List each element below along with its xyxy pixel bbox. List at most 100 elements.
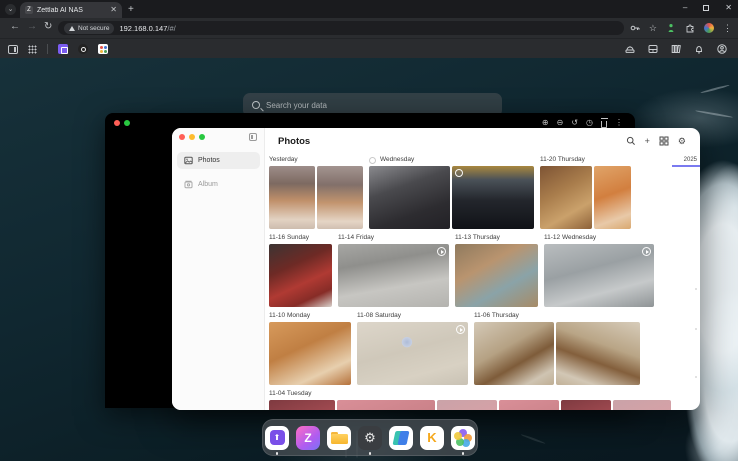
reload-button[interactable]: ↻ <box>44 21 52 32</box>
tab-favicon: Z <box>25 6 33 14</box>
date-label: 11-08 Saturday <box>357 310 468 322</box>
video-play-icon <box>456 325 465 334</box>
photo-thumbnail[interactable] <box>594 166 631 229</box>
docs-cards-app-icon <box>389 426 413 450</box>
photos-title: Photos <box>278 136 310 147</box>
tab-close-icon[interactable]: ✕ <box>110 6 117 14</box>
photo-thumbnail[interactable] <box>455 244 538 307</box>
photos-close-button[interactable] <box>179 134 185 140</box>
photo-date-group: 11-08 Saturday <box>357 310 468 385</box>
photo-date-group: 11-06 Thursday <box>474 310 640 385</box>
bookmark-dark-circle-app[interactable] <box>78 44 88 54</box>
window-restore-button[interactable] <box>703 5 709 11</box>
files-icon <box>327 426 351 450</box>
date-label: 11-16 Sunday <box>269 232 332 244</box>
zettlab-z-app-icon: Z <box>296 426 320 450</box>
k-app-icon: K <box>420 426 444 450</box>
photo-thumbnail[interactable] <box>269 166 315 229</box>
settings-gear-icon[interactable]: ⚙ <box>678 135 686 147</box>
extensions-puzzle-icon[interactable] <box>685 23 695 33</box>
tab-search-icon[interactable]: ⌄ <box>5 4 16 15</box>
forward-button[interactable]: → <box>27 21 37 32</box>
sidebar-item-album[interactable]: Album <box>177 176 260 193</box>
dock-item-photos-app[interactable] <box>451 426 475 450</box>
select-circle-icon[interactable] <box>369 157 376 164</box>
photo-thumbnail[interactable] <box>269 322 351 385</box>
date-label: Yesterday <box>269 154 363 166</box>
dock-item-files[interactable] <box>327 426 351 450</box>
library-icon[interactable] <box>670 43 682 55</box>
layout-grid-icon[interactable] <box>659 136 669 146</box>
running-indicator <box>276 452 279 455</box>
profile-avatar[interactable] <box>704 23 714 33</box>
photo-date-group: Wednesday <box>369 154 534 229</box>
bookmarks-bar <box>0 38 738 58</box>
dock-item-docs-cards-app[interactable] <box>389 426 413 450</box>
delete-icon[interactable] <box>601 121 607 128</box>
apps-grid-icon[interactable] <box>28 45 37 54</box>
add-icon[interactable]: + <box>645 135 650 147</box>
tab-title: Zettlab AI NAS <box>37 7 106 14</box>
extension-a-icon[interactable] <box>666 23 676 33</box>
storage-icon[interactable] <box>647 43 659 55</box>
sidebar-collapse-icon[interactable] <box>249 133 257 141</box>
bookmark-purple-app[interactable] <box>58 44 68 54</box>
bookmark-star-icon[interactable]: ☆ <box>649 20 657 36</box>
window-close-button[interactable]: ✕ <box>725 1 732 15</box>
device-icon[interactable] <box>624 43 636 55</box>
window-minimize-button[interactable]: – <box>683 1 687 15</box>
viewer-zoom-button[interactable] <box>124 120 130 126</box>
date-label: 11-04 Tuesday <box>269 388 671 400</box>
photo-thumbnail[interactable] <box>556 322 640 385</box>
dock-item-app-store[interactable] <box>265 426 289 450</box>
photos-zoom-button[interactable] <box>199 134 205 140</box>
browser-tab[interactable]: Z Zettlab AI NAS ✕ <box>20 2 122 18</box>
not-secure-badge[interactable]: Not secure <box>64 23 114 34</box>
bookmark-multicolor-app[interactable] <box>98 44 108 54</box>
sidebar-item-photos[interactable]: Photos <box>177 152 260 169</box>
menu-dots-icon[interactable]: ⋮ <box>723 20 732 36</box>
date-label: 11-13 Thursday <box>455 232 538 244</box>
side-panel-icon[interactable] <box>8 45 18 54</box>
photo-thumbnail[interactable] <box>269 400 335 410</box>
photo-thumbnail[interactable] <box>499 400 559 410</box>
browser-tab-bar: ⌄ Z Zettlab AI NAS ✕ + – ✕ <box>0 0 738 18</box>
account-icon[interactable] <box>716 43 728 55</box>
photo-thumbnail[interactable] <box>357 322 468 385</box>
back-button[interactable]: ← <box>10 21 20 32</box>
photo-thumbnail[interactable] <box>544 244 654 307</box>
photo-thumbnail[interactable] <box>561 400 611 410</box>
photo-thumbnail[interactable] <box>269 244 332 307</box>
new-tab-button[interactable]: + <box>128 5 134 15</box>
photo-thumbnail[interactable] <box>474 322 554 385</box>
search-icon <box>252 101 260 109</box>
notification-bell-icon[interactable] <box>693 43 705 55</box>
address-bar[interactable]: Not secure 192.168.0.147/#/ <box>58 21 624 35</box>
date-label: 11-12 Wednesday <box>544 232 654 244</box>
photo-thumbnail[interactable] <box>540 166 592 229</box>
photo-thumbnail[interactable] <box>452 166 534 229</box>
key-icon[interactable] <box>630 23 640 33</box>
select-circle-icon[interactable] <box>455 169 463 177</box>
dock: Z ⚙ K <box>262 419 478 456</box>
video-play-icon <box>437 247 446 256</box>
photo-thumbnail[interactable] <box>613 400 671 410</box>
photos-minimize-button[interactable] <box>189 134 195 140</box>
photo-thumbnail[interactable] <box>337 400 435 410</box>
dock-item-control-center[interactable]: ⚙ <box>358 426 382 450</box>
screen: ⌄ Z Zettlab AI NAS ✕ + – ✕ ← → ↻ Not sec… <box>0 0 738 461</box>
video-play-icon <box>642 247 651 256</box>
date-label: 11-14 Friday <box>338 232 449 244</box>
photo-thumbnail[interactable] <box>317 166 363 229</box>
photo-date-group: Yesterday <box>269 154 363 229</box>
search-icon[interactable] <box>626 136 636 146</box>
date-label: 11-06 Thursday <box>474 310 640 322</box>
photo-thumbnail[interactable] <box>369 166 450 229</box>
photo-thumbnail[interactable] <box>338 244 449 307</box>
running-indicator <box>462 452 465 455</box>
photo-thumbnail[interactable] <box>437 400 497 410</box>
viewer-close-button[interactable] <box>114 120 120 126</box>
dock-item-k-app[interactable]: K <box>420 426 444 450</box>
dock-item-zettlab-z-app[interactable]: Z <box>296 426 320 450</box>
photo-date-group: 11-12 Wednesday <box>544 232 654 307</box>
